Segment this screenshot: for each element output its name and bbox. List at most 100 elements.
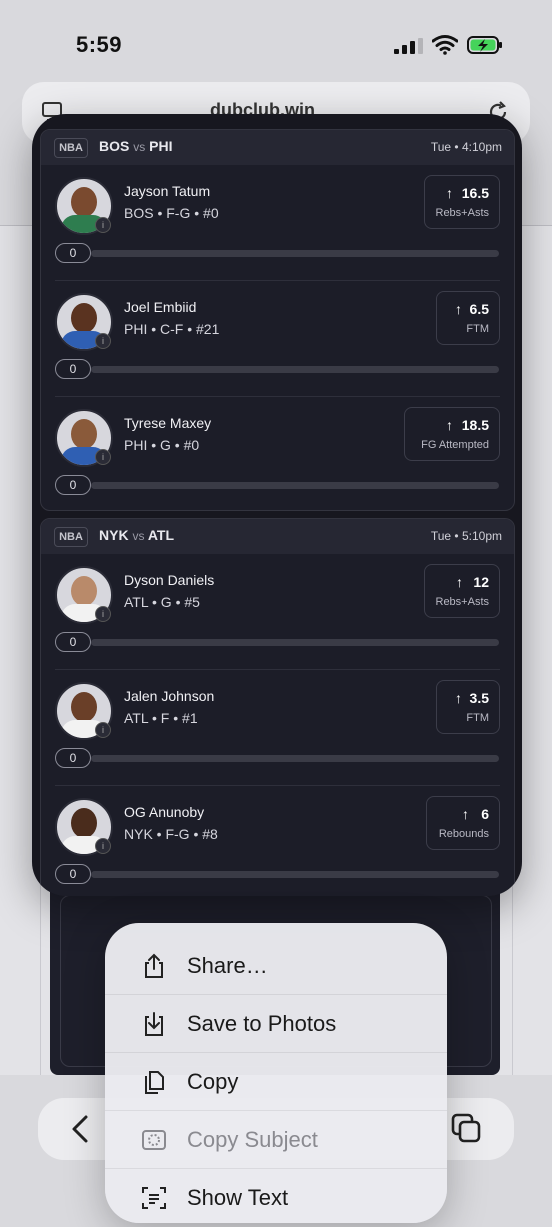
copy-subject-icon (142, 1130, 166, 1150)
vs-label: vs (132, 529, 145, 543)
prop-line-box[interactable]: ↑ 18.5 FG Attempted (404, 407, 500, 461)
progress-count: 0 (55, 748, 91, 768)
menu-label: Copy (187, 1069, 239, 1094)
info-icon[interactable]: i (95, 217, 111, 233)
player-meta: ATL • G • #5 (124, 594, 200, 610)
menu-item-copy-subject[interactable]: Copy Subject (105, 1111, 447, 1169)
prop-line: 6.5 (469, 301, 489, 317)
info-icon[interactable]: i (95, 449, 111, 465)
menu-item-copy[interactable]: Copy (105, 1053, 447, 1111)
copy-icon (145, 1071, 164, 1094)
avatar-head (71, 419, 97, 449)
avatar-head (71, 576, 97, 606)
back-icon[interactable] (68, 1114, 92, 1144)
player-row[interactable]: i Tyrese Maxey PHI • G • #0 ↑ 18.5 FG At… (41, 397, 514, 510)
player-row[interactable]: i Joel Embiid PHI • C-F • #21 ↑ 6.5 FTM … (41, 281, 514, 397)
team-away: PHI (149, 138, 173, 154)
menu-item-show-text[interactable]: Show Text (105, 1169, 447, 1227)
prop-stat: FG Attempted (421, 439, 489, 451)
progress-bar (91, 250, 499, 257)
info-icon[interactable]: i (95, 333, 111, 349)
info-icon[interactable]: i (95, 606, 111, 622)
player-name: Dyson Daniels (124, 572, 215, 588)
player-row[interactable]: i Jalen Johnson ATL • F • #1 ↑ 3.5 FTM 0 (41, 670, 514, 786)
save-photos-icon (145, 1012, 163, 1036)
arrow-up-icon: ↑ (462, 806, 469, 822)
wifi-icon (432, 35, 458, 55)
player-name: Joel Embiid (124, 299, 197, 315)
share-icon (145, 953, 163, 978)
player-row[interactable]: i Jayson Tatum BOS • F-G • #0 ↑ 16.5 Reb… (41, 165, 514, 281)
menu-item-share[interactable]: Share… (105, 937, 447, 995)
player-meta: PHI • C-F • #21 (124, 321, 220, 337)
prop-line-box[interactable]: ↑ 6 Rebounds (426, 796, 500, 850)
arrow-up-icon: ↑ (446, 185, 453, 201)
vs-label: vs (133, 140, 146, 154)
arrow-up-icon: ↑ (455, 690, 462, 706)
avatar-head (71, 808, 97, 838)
menu-label: Share… (187, 953, 268, 978)
player-meta: ATL • F • #1 (124, 710, 198, 726)
props-preview-card: NBA BOS vs PHI Tue • 4:10pm i Jayson Tat… (32, 114, 522, 896)
game-card-2: NBA NYK vs ATL Tue • 5:10pm i Dyson Dani… (40, 518, 515, 896)
tabs-icon[interactable] (450, 1112, 482, 1144)
player-name: Tyrese Maxey (124, 415, 212, 431)
cellular-signal-icon (394, 38, 423, 54)
avatar-head (71, 692, 97, 722)
progress-bar (91, 871, 499, 878)
team-home: NYK (99, 527, 129, 543)
progress-bar (91, 482, 499, 489)
progress-count: 0 (55, 864, 91, 884)
prop-line-box[interactable]: ↑ 16.5 Rebs+Asts (424, 175, 500, 229)
team-home: BOS (99, 138, 130, 154)
status-bar: 5:59 (0, 0, 552, 90)
menu-item-save-to-photos[interactable]: Save to Photos (105, 995, 447, 1053)
progress-count: 0 (55, 632, 91, 652)
player-meta: NYK • F-G • #8 (124, 826, 218, 842)
prop-stat: Rebs+Asts (435, 596, 490, 608)
game-time: Tue • 5:10pm (430, 529, 502, 543)
prop-line-box[interactable]: ↑ 3.5 FTM (436, 680, 500, 734)
player-name: Jalen Johnson (124, 688, 215, 704)
avatar-head (71, 303, 97, 333)
player-meta: PHI • G • #0 (124, 437, 200, 453)
progress-count: 0 (55, 359, 91, 379)
prop-line: 6 (481, 806, 489, 822)
progress-count: 0 (55, 243, 91, 263)
show-text-icon (142, 1187, 166, 1209)
context-menu: Share… Save to Photos Copy Copy Subject … (105, 923, 447, 1223)
prop-stat: FTM (466, 712, 489, 724)
league-badge: NBA (54, 138, 88, 158)
team-away: ATL (147, 527, 175, 543)
game-header: NBA BOS vs PHI Tue • 4:10pm (41, 130, 514, 165)
prop-line: 16.5 (461, 185, 489, 201)
progress-bar (91, 639, 499, 646)
prop-line: 3.5 (469, 690, 489, 706)
menu-label: Copy Subject (187, 1127, 318, 1152)
game-header: NBA NYK vs ATL Tue • 5:10pm (41, 519, 514, 554)
menu-label: Save to Photos (187, 1011, 337, 1036)
status-time: 5:59 (76, 32, 123, 57)
avatar-head (71, 187, 97, 217)
player-row[interactable]: i OG Anunoby NYK • F-G • #8 ↑ 6 Rebounds… (41, 786, 514, 896)
matchup: BOS vs PHI (99, 138, 172, 154)
prop-stat: Rebs+Asts (435, 207, 490, 219)
league-badge: NBA (54, 527, 88, 547)
prop-line-box[interactable]: ↑ 6.5 FTM (436, 291, 500, 345)
player-meta: BOS • F-G • #0 (124, 205, 219, 221)
arrow-up-icon: ↑ (446, 417, 453, 433)
prop-line: 18.5 (461, 417, 489, 433)
prop-line: 12 (473, 574, 489, 590)
arrow-up-icon: ↑ (456, 574, 463, 590)
progress-count: 0 (55, 475, 91, 495)
arrow-up-icon: ↑ (455, 301, 462, 317)
prop-stat: FTM (466, 323, 489, 335)
progress-bar (91, 366, 499, 373)
player-name: OG Anunoby (124, 804, 205, 820)
player-row[interactable]: i Dyson Daniels ATL • G • #5 ↑ 12 Rebs+A… (41, 554, 514, 670)
info-icon[interactable]: i (95, 838, 111, 854)
prop-stat: Rebounds (438, 828, 489, 840)
info-icon[interactable]: i (95, 722, 111, 738)
prop-line-box[interactable]: ↑ 12 Rebs+Asts (424, 564, 500, 618)
player-name: Jayson Tatum (124, 183, 211, 199)
